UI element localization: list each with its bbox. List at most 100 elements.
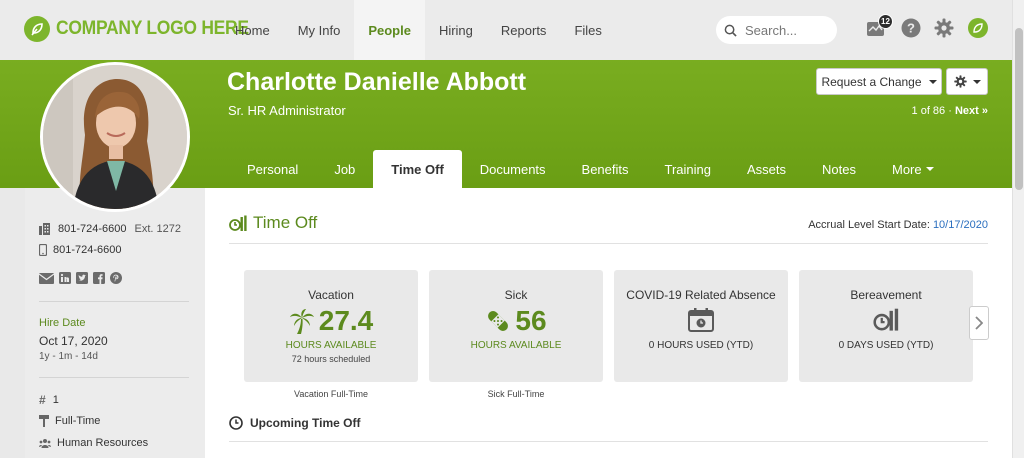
sidebar-divider [39, 301, 189, 302]
tab-time-off[interactable]: Time Off [373, 150, 462, 188]
sidebar-divider [39, 377, 189, 378]
time-off-icon [229, 215, 247, 231]
work-phone-row: 801-724-6600 Ext. 1272 [39, 223, 181, 235]
sick-policy-caption: Sick Full-Time [487, 389, 545, 399]
accrual-date-link[interactable]: 10/17/2020 [933, 219, 988, 231]
search-input[interactable] [745, 22, 825, 38]
covid-card[interactable]: COVID-19 Related Absence 0 HOURS USED (Y… [614, 270, 788, 382]
section-divider [229, 441, 988, 442]
paging-count: 1 of 86 [911, 105, 946, 117]
email-icon[interactable] [39, 272, 54, 284]
nav-hiring[interactable]: Hiring [425, 0, 487, 60]
card-title: Vacation [308, 288, 354, 302]
card-note: 72 hours scheduled [291, 354, 371, 364]
nav-home[interactable]: Home [221, 0, 284, 60]
employee-name: Charlotte Danielle Abbott [227, 68, 527, 96]
request-change-button[interactable]: Request a Change [816, 68, 942, 95]
caret-down-icon [972, 79, 981, 84]
work-phone[interactable]: 801-724-6600 [58, 223, 127, 235]
chevron-right-icon [975, 316, 983, 330]
next-employee-link[interactable]: Next » [955, 105, 988, 117]
time-off-panel: Time Off Accrual Level Start Date: 10/17… [205, 188, 1012, 458]
user-logo-icon [968, 18, 988, 38]
employee-number-row: # 1 [39, 393, 59, 407]
department-row: Human Resources [39, 437, 148, 449]
scrollbar-thumb[interactable] [1015, 28, 1023, 190]
tab-assets[interactable]: Assets [729, 150, 804, 188]
logo-leaf-icon [24, 16, 50, 42]
gear-icon [934, 18, 954, 38]
hire-date-label: Hire Date [39, 317, 86, 329]
status-sign-icon [39, 415, 49, 427]
clock-icon [229, 416, 243, 430]
tab-training[interactable]: Training [647, 150, 729, 188]
tab-personal[interactable]: Personal [229, 150, 316, 188]
help-button[interactable]: ? [901, 18, 921, 43]
people-icon [39, 439, 51, 448]
caret-down-icon [928, 79, 937, 84]
tab-job[interactable]: Job [316, 150, 373, 188]
tab-documents[interactable]: Documents [462, 150, 564, 188]
upcoming-time-off-title: Upcoming Time Off [250, 416, 361, 430]
top-navigation-bar: COMPANY LOGO HERE Home My Info People Hi… [0, 0, 1012, 60]
time-off-title: Time Off [253, 213, 318, 232]
employment-status-row: Full-Time [39, 415, 100, 427]
phone-extension: Ext. 1272 [134, 223, 181, 235]
hash-icon: # [39, 393, 46, 407]
card-value: 27.4 [244, 305, 418, 337]
page-scrollbar[interactable] [1012, 0, 1024, 458]
department: Human Resources [57, 437, 149, 449]
carousel-next-button[interactable] [969, 306, 989, 340]
office-phone-icon [39, 223, 50, 235]
card-title: Sick [504, 288, 528, 302]
search-box[interactable] [716, 16, 837, 44]
time-off-icon [873, 308, 899, 331]
nav-my-info[interactable]: My Info [284, 0, 355, 60]
card-title: Bereavement [850, 288, 922, 302]
main-nav: Home My Info People Hiring Reports Files [221, 0, 616, 60]
request-change-label: Request a Change [821, 74, 922, 89]
notification-badge: 12 [878, 14, 893, 29]
svg-text:?: ? [907, 21, 915, 36]
tab-more[interactable]: More [874, 150, 952, 188]
pinterest-icon[interactable] [110, 272, 122, 284]
calendar-clock-icon [688, 308, 714, 332]
bereavement-card[interactable]: Bereavement 0 DAYS USED (YTD) [799, 270, 973, 382]
profile-tabs: Personal Job Time Off Documents Benefits… [229, 150, 952, 188]
tab-notes[interactable]: Notes [804, 150, 874, 188]
section-divider [229, 243, 988, 244]
nav-reports[interactable]: Reports [487, 0, 561, 60]
mobile-phone-icon [39, 244, 47, 256]
section-title: Time Off [229, 213, 317, 233]
accrual-level: Accrual Level Start Date: 10/17/2020 [808, 219, 988, 231]
employee-job-title: Sr. HR Administrator [228, 103, 346, 118]
linkedin-icon[interactable] [59, 272, 71, 284]
hire-duration: 1y - 1m - 14d [39, 351, 98, 362]
settings-button[interactable] [934, 18, 954, 43]
gear-icon [953, 75, 967, 88]
vacation-card[interactable]: Vacation 27.4 HOURS AVAILABLE 72 hours s… [244, 270, 418, 382]
mobile-phone[interactable]: 801-724-6600 [53, 244, 122, 256]
inbox-button[interactable]: 12 [866, 14, 893, 43]
employee-number: 1 [52, 394, 59, 406]
card-sub: HOURS AVAILABLE [470, 340, 562, 351]
bandage-icon [488, 311, 509, 331]
tab-benefits[interactable]: Benefits [564, 150, 647, 188]
nav-people[interactable]: People [354, 0, 425, 60]
upcoming-time-off-header: Upcoming Time Off [229, 416, 360, 430]
facebook-icon[interactable] [93, 272, 105, 284]
card-sub: 0 HOURS USED (YTD) [648, 340, 754, 351]
vacation-policy-caption: Vacation Full-Time [293, 389, 369, 399]
user-menu-button[interactable] [968, 18, 988, 43]
twitter-icon[interactable] [76, 272, 88, 284]
nav-files[interactable]: Files [560, 0, 615, 60]
sick-card[interactable]: Sick 56 HOURS AVAILABLE [429, 270, 603, 382]
mobile-phone-row: 801-724-6600 [39, 244, 122, 256]
caret-down-icon [925, 167, 934, 171]
employment-status: Full-Time [55, 415, 101, 427]
employee-settings-button[interactable] [946, 68, 988, 95]
employee-avatar [40, 62, 190, 212]
card-value: 56 [429, 305, 603, 337]
social-links [39, 272, 122, 284]
palm-tree-icon [289, 309, 314, 334]
